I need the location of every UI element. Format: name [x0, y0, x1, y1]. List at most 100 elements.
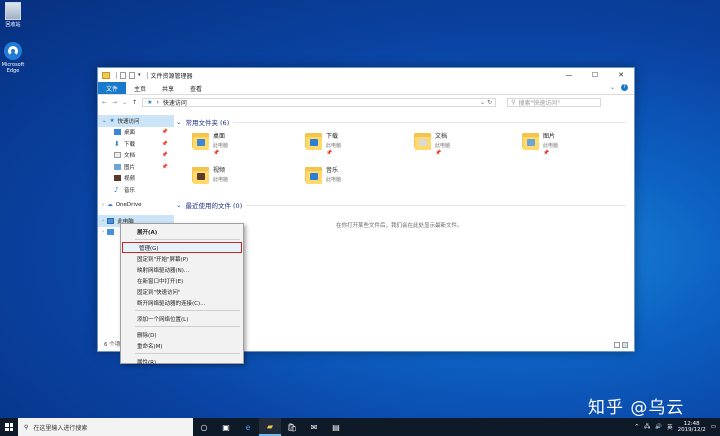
- volume-icon[interactable]: 🔊: [655, 424, 662, 430]
- chevron-right-icon[interactable]: ›: [102, 218, 104, 224]
- nav-item-documents[interactable]: 文档 📌: [98, 150, 174, 162]
- taskbar-search-input[interactable]: ⚲ 在这里输入进行搜索: [18, 418, 193, 436]
- menu-item-delete[interactable]: 删除(D): [121, 329, 243, 340]
- nav-item-label: 快速访问: [117, 118, 140, 125]
- menu-item-pin-to-start[interactable]: 固定到"开始"屏幕(P): [121, 253, 243, 264]
- address-bar[interactable]: ★ › 快速访问 ⌄ ↻: [142, 97, 497, 107]
- section-title: 常用文件夹 (6): [185, 119, 230, 127]
- folder-tile-videos[interactable]: 视频 此电脑: [192, 165, 228, 184]
- recent-files-header[interactable]: ⌄ 最近使用的文件 (0): [176, 200, 634, 210]
- folder-tile-music[interactable]: 音乐 此电脑: [305, 165, 341, 184]
- menu-item-add-network-location[interactable]: 添加一个网络位置(L): [121, 313, 243, 324]
- folder-icon: [102, 71, 110, 79]
- chevron-right-icon[interactable]: ›: [102, 202, 104, 208]
- network-status-icon[interactable]: 🖧: [644, 423, 650, 432]
- task-view-icon[interactable]: ▣: [215, 418, 237, 436]
- nav-item-onedrive[interactable]: › ☁ OneDrive: [98, 200, 174, 212]
- folder-tile-downloads[interactable]: 下载 此电脑 📌: [305, 131, 341, 156]
- start-button[interactable]: [0, 418, 18, 436]
- menu-item-map-network-drive[interactable]: 映射网络驱动器(N)...: [121, 264, 243, 275]
- folder-icon: [305, 165, 322, 184]
- tab-share[interactable]: 共享: [154, 82, 182, 94]
- menu-item-rename[interactable]: 重命名(M): [121, 340, 243, 351]
- details-view-icon[interactable]: [614, 342, 620, 348]
- desktop-icon-label: 回收站: [5, 22, 21, 28]
- recent-locations-icon[interactable]: ⌄: [122, 99, 127, 106]
- menu-item-properties[interactable]: 属性(R): [121, 356, 243, 367]
- folder-tile-desktop[interactable]: 桌面 此电脑 📌: [192, 131, 228, 156]
- mail-icon[interactable]: ✉: [303, 418, 325, 436]
- content-pane: ⌄ 常用文件夹 (6) 桌面 此电脑 📌 下载 此电脑 📌 文档 此电脑 📌 图片 此电脑 📌 …: [176, 115, 634, 351]
- folder-name: 图片: [543, 133, 556, 140]
- nav-item-label: 视频: [124, 176, 136, 183]
- folder-icon: [305, 131, 322, 150]
- nav-item-label: 下载: [124, 141, 136, 148]
- notifications-icon[interactable]: ▭: [711, 424, 716, 430]
- menu-item-expand[interactable]: 展开(A): [121, 226, 243, 237]
- desktop-icon: [114, 129, 121, 136]
- help-icon[interactable]: ?: [621, 84, 628, 91]
- menu-item-disconnect-network-drive[interactable]: 断开网络驱动器的连接(C)...: [121, 297, 243, 308]
- maximize-button[interactable]: ☐: [582, 68, 608, 82]
- watermark-text: 知乎 @乌云: [588, 398, 685, 418]
- menu-item-open-new-window[interactable]: 在新窗口中打开(E): [121, 275, 243, 286]
- properties-icon[interactable]: [120, 71, 126, 79]
- chevron-down-icon[interactable]: ⌄: [102, 118, 107, 124]
- input-method-indicator[interactable]: 英: [667, 423, 673, 431]
- up-arrow-icon[interactable]: ↑: [132, 99, 137, 106]
- cortana-icon[interactable]: ○: [193, 418, 215, 436]
- file-explorer-taskbar-icon[interactable]: ▰: [259, 418, 281, 436]
- pin-icon: 📌: [161, 152, 168, 159]
- back-arrow-icon[interactable]: ←: [102, 99, 107, 106]
- nav-item-pictures[interactable]: 图片 📌: [98, 161, 174, 173]
- nav-item-desktop[interactable]: 桌面 📌: [98, 127, 174, 139]
- folder-location: 此电脑: [213, 143, 229, 149]
- pin-icon: 📌: [161, 129, 168, 136]
- nav-item-downloads[interactable]: ⬇ 下载 📌: [98, 138, 174, 150]
- cloud-icon: ☁: [107, 202, 113, 209]
- menu-item-pin-to-quick-access[interactable]: 固定到"快速访问": [121, 286, 243, 297]
- minimize-button[interactable]: —: [556, 68, 582, 82]
- view-switcher: [614, 342, 628, 348]
- frequent-folders-header[interactable]: ⌄ 常用文件夹 (6): [176, 117, 634, 127]
- pin-icon: 📌: [213, 150, 220, 156]
- nav-item-quick-access[interactable]: ⌄ ★ 快速访问: [98, 115, 174, 127]
- chevron-right-icon[interactable]: ›: [102, 229, 104, 235]
- desktop-icon-edge[interactable]: Microsoft Edge: [0, 42, 26, 74]
- recycle-bin-icon: [5, 2, 21, 20]
- store-icon[interactable]: 🛍: [281, 418, 303, 436]
- nav-item-music[interactable]: ♪ 音乐: [98, 184, 174, 196]
- folder-tile-documents[interactable]: 文档 此电脑 📌: [414, 131, 450, 156]
- edge-browser-icon[interactable]: e: [237, 418, 259, 436]
- chevron-down-icon: ⌄: [176, 118, 182, 126]
- nav-item-videos[interactable]: 视频: [98, 173, 174, 185]
- folder-location: 此电脑: [213, 177, 229, 183]
- folder-tile-pictures[interactable]: 图片 此电脑 📌: [522, 131, 558, 156]
- nav-item-label: 音乐: [124, 187, 136, 194]
- title-bar[interactable]: ▾ 文件资源管理器 — ☐ ✕: [98, 68, 634, 82]
- new-folder-icon[interactable]: [129, 71, 135, 79]
- show-hidden-icons-icon[interactable]: ^: [634, 424, 639, 430]
- customize-toolbar-icon[interactable]: ▾: [138, 72, 141, 78]
- menu-item-manage[interactable]: 管理(G): [122, 242, 242, 253]
- folder-name: 文档: [435, 133, 448, 140]
- media-icon[interactable]: ▤: [325, 418, 347, 436]
- refresh-icon[interactable]: ⌄ ↻: [480, 99, 492, 106]
- close-button[interactable]: ✕: [608, 68, 634, 82]
- expand-ribbon-icon[interactable]: ⌄: [610, 84, 615, 91]
- forward-arrow-icon[interactable]: →: [112, 99, 117, 106]
- tab-file[interactable]: 文件: [98, 82, 127, 94]
- search-input[interactable]: ⚲ 搜索"快速访问": [507, 97, 602, 107]
- pictures-icon: [114, 163, 121, 170]
- nav-item-label: 桌面: [124, 130, 136, 137]
- window-controls: — ☐ ✕: [556, 68, 634, 82]
- clock[interactable]: 12:48 2019/12/2: [678, 421, 706, 433]
- edge-icon: [4, 42, 22, 60]
- large-icons-view-icon[interactable]: [622, 342, 628, 348]
- recent-files-empty-note: 在你打开某些文件后，我们会在此处显示最新文件。: [336, 223, 463, 229]
- tab-view[interactable]: 查看: [182, 82, 210, 94]
- desktop-icon-recycle-bin[interactable]: 回收站: [0, 2, 26, 28]
- tab-home[interactable]: 主页: [126, 82, 154, 94]
- desktop-icon-label: Microsoft Edge: [1, 62, 25, 74]
- network-icon: [107, 229, 115, 236]
